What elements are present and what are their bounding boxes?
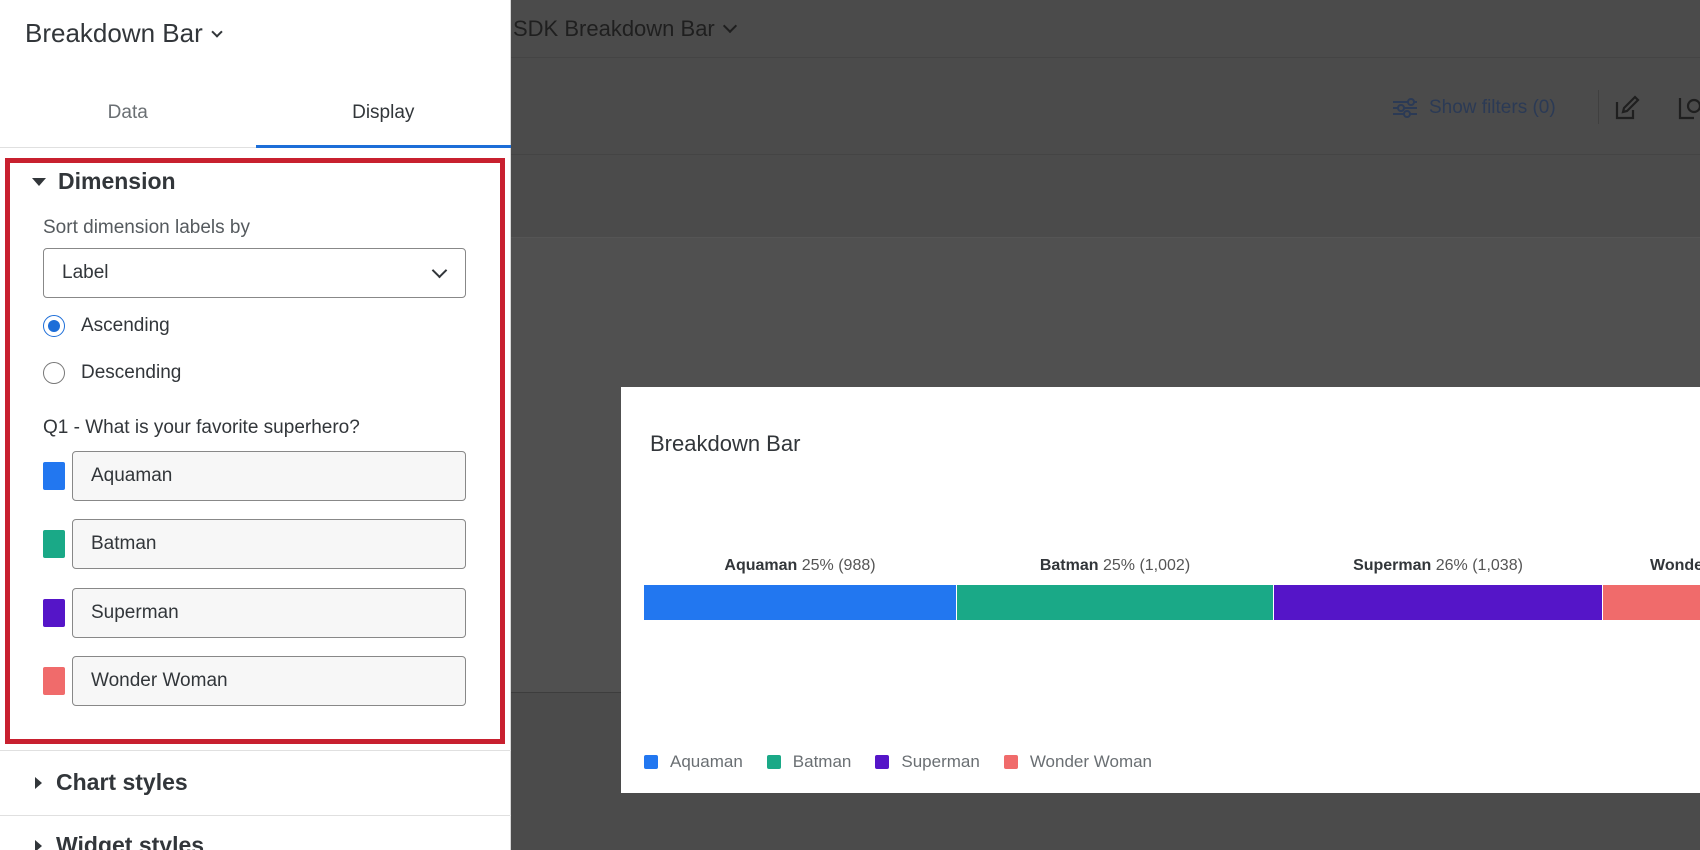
choice-label-input-aquaman[interactable] [72, 451, 466, 501]
dimension-section-toggle[interactable]: Dimension [32, 168, 176, 195]
section-divider [0, 815, 511, 816]
caret-right-icon [35, 776, 42, 789]
tab-display[interactable]: Display [255, 88, 512, 148]
breakdown-bar: Aquaman 25% (988) Batman 25% (1,002) Super… [644, 557, 1700, 620]
chart-legend: Aquaman Batman Superman Wonder Woman [644, 752, 1176, 772]
legend-label: Superman [901, 752, 980, 771]
toolbar-divider [1598, 90, 1599, 124]
bar-segment-value: 25% (1,002) [1098, 557, 1191, 574]
chevron-down-icon [722, 18, 737, 33]
legend-label: Batman [792, 752, 852, 771]
choice-row-aquaman [43, 451, 466, 501]
filter-sliders-icon [1393, 98, 1417, 118]
choice-row-wonder-woman [43, 656, 466, 706]
radio-ascending-control[interactable] [43, 315, 65, 337]
legend-item[interactable]: Batman [766, 752, 852, 772]
color-swatch-aquaman[interactable] [43, 462, 65, 490]
caret-right-icon [35, 839, 42, 850]
show-filters-button[interactable]: Show filters (0) [1391, 96, 1556, 120]
legend-item[interactable]: Superman [875, 752, 980, 772]
bar-segment-category: Wonde [1650, 557, 1700, 574]
radio-descending-label: Descending [81, 362, 182, 383]
color-swatch-wonder-woman[interactable] [43, 667, 65, 695]
choice-label-input-superman[interactable] [72, 588, 466, 638]
dashboard-title[interactable]: SDK Breakdown Bar [513, 15, 737, 42]
legend-label: Aquaman [670, 752, 743, 771]
radio-ascending[interactable]: Ascending [43, 315, 170, 337]
sort-by-value: Label [62, 262, 109, 283]
dashboard-title-text: SDK Breakdown Bar [513, 15, 715, 41]
bar-segment-aquaman[interactable]: Aquaman 25% (988) [644, 557, 957, 620]
bar-segment-superman[interactable]: Superman 26% (1,038) [1274, 557, 1603, 620]
chevron-down-icon [211, 25, 223, 38]
legend-swatch [1003, 755, 1018, 769]
panel-tabs: Data Display [0, 88, 511, 148]
bar-segment-label: Aquaman 25% (988) [644, 557, 956, 575]
dashboard-topbar: SDK Breakdown Bar [511, 0, 1700, 58]
tab-data[interactable]: Data [0, 88, 256, 147]
radio-descending-control[interactable] [43, 362, 65, 384]
choice-label-input-wonder-woman[interactable] [72, 656, 466, 706]
insights-bulb-icon[interactable] [1676, 94, 1700, 122]
choice-label-input-batman[interactable] [72, 519, 466, 569]
edit-icon[interactable] [1613, 94, 1641, 122]
bar-segment-label: Superman 26% (1,038) [1274, 557, 1602, 575]
legend-swatch [644, 755, 658, 769]
bar-segment-value: 25% (988) [797, 557, 876, 574]
sort-by-select[interactable]: Label [43, 248, 466, 298]
bar-segment-category: Aquaman [724, 557, 798, 574]
widget-title: Breakdown Bar [650, 431, 801, 456]
bar-segment-label: Wonde [1650, 557, 1700, 575]
bar-segment-batman[interactable]: Batman 25% (1,002) [957, 557, 1274, 620]
chart-styles-title: Chart styles [56, 769, 188, 795]
legend-label: Wonder Woman [1029, 752, 1153, 771]
legend-item[interactable]: Aquaman [644, 752, 743, 772]
dashboard-background: SDK Breakdown Bar Show filters (0) Break… [511, 0, 1700, 850]
choice-row-batman [43, 519, 466, 569]
bar-segment-wonder-woman[interactable]: Wonde [1603, 557, 1700, 620]
dimension-section-title: Dimension [58, 168, 176, 194]
sort-label: Sort dimension labels by [43, 217, 250, 238]
radio-ascending-label: Ascending [81, 315, 170, 336]
widget-edit-panel: Breakdown Bar Data Display Dimension Sor… [0, 0, 511, 850]
chevron-down-icon [431, 262, 448, 279]
panel-title: Breakdown Bar [25, 18, 203, 48]
show-filters-label: Show filters (0) [1429, 97, 1556, 118]
legend-swatch [875, 755, 890, 769]
color-swatch-superman[interactable] [43, 599, 65, 627]
section-divider [0, 750, 511, 751]
radio-descending[interactable]: Descending [43, 362, 181, 384]
widget-type-selector[interactable]: Breakdown Bar [25, 18, 223, 49]
legend-item[interactable]: Wonder Woman [1003, 752, 1153, 772]
widget-styles-title: Widget styles [56, 832, 205, 850]
choice-row-superman [43, 588, 466, 638]
color-swatch-batman[interactable] [43, 530, 65, 558]
chart-styles-section-toggle[interactable]: Chart styles [32, 769, 188, 796]
bar-segment-label: Batman 25% (1,002) [957, 557, 1273, 575]
breakdown-bar-widget[interactable]: Breakdown Bar Aquaman 25% (988) Batman 25… [621, 387, 1700, 793]
bar-segment-value: 26% (1,038) [1431, 557, 1523, 574]
bar-segment-category: Superman [1353, 557, 1432, 574]
question-label: Q1 - What is your favorite superhero? [43, 417, 360, 438]
widget-styles-section-toggle[interactable]: Widget styles [32, 832, 204, 850]
caret-down-icon [32, 177, 46, 186]
dashboard-subband [511, 156, 1700, 238]
bar-segment-category: Batman [1039, 557, 1099, 574]
legend-swatch [766, 755, 781, 769]
